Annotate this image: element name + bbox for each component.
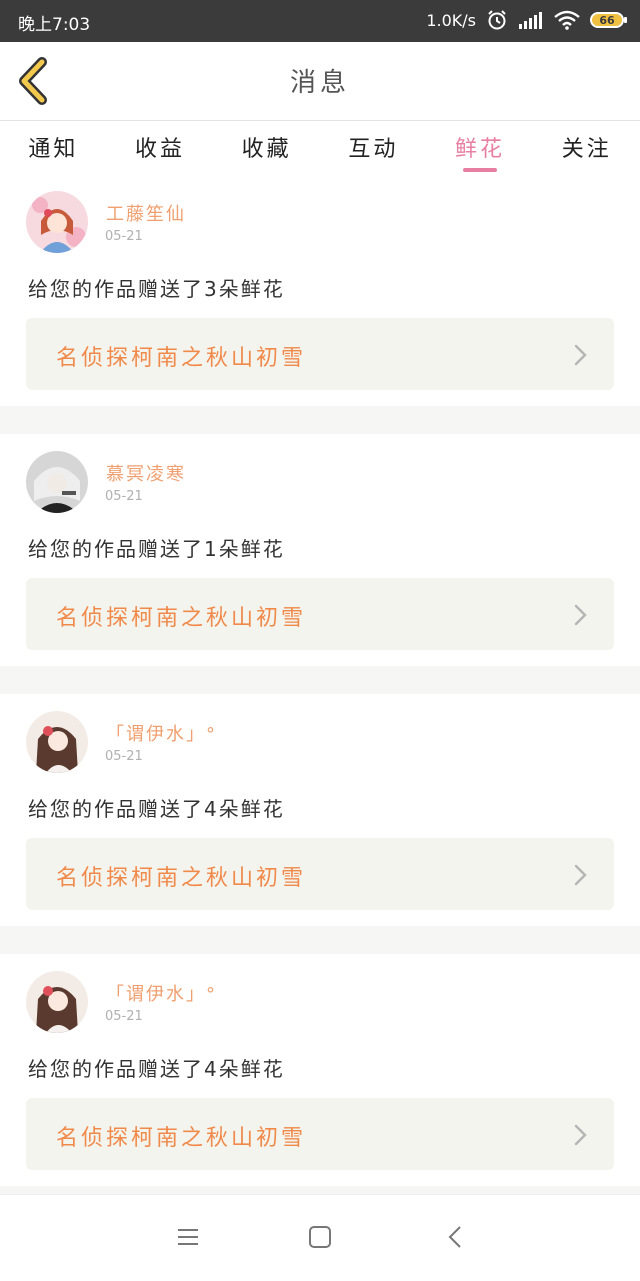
tab-notifications[interactable]: 通知 (0, 121, 107, 174)
message-date: 05-21 (105, 489, 143, 504)
divider (0, 406, 640, 434)
message-date: 05-21 (105, 229, 143, 244)
status-bar: 晚上7:03 1.0K/s 66 (0, 0, 640, 42)
list-item: 工藤笙仙 05-21 给您的作品赠送了3朵鲜花 名侦探柯南之秋山初雪 (0, 174, 640, 406)
chevron-right-icon (574, 344, 587, 366)
list-item: 慕冥凌寒 05-21 给您的作品赠送了1朵鲜花 名侦探柯南之秋山初雪 (0, 434, 640, 666)
message-text: 给您的作品赠送了1朵鲜花 (28, 537, 285, 561)
chevron-right-icon (574, 864, 587, 886)
username[interactable]: 工藤笙仙 (106, 200, 186, 226)
work-link[interactable]: 名侦探柯南之秋山初雪 (26, 1098, 614, 1170)
chevron-right-icon (574, 1124, 587, 1146)
menu-icon[interactable] (176, 1225, 200, 1249)
message-date: 05-21 (105, 749, 143, 764)
battery-icon: 66 (590, 12, 627, 28)
avatar[interactable] (26, 191, 88, 253)
tab-earnings[interactable]: 收益 (107, 121, 214, 174)
message-text: 给您的作品赠送了4朵鲜花 (28, 1057, 285, 1081)
home-square-icon[interactable] (308, 1225, 332, 1249)
tab-flowers[interactable]: 鲜花 (427, 121, 534, 174)
avatar[interactable] (26, 971, 88, 1033)
status-time: 晚上7:03 (18, 15, 91, 35)
message-text: 给您的作品赠送了4朵鲜花 (28, 797, 285, 821)
signal-icon (519, 12, 542, 29)
tab-favorites[interactable]: 收藏 (213, 121, 320, 174)
avatar[interactable] (26, 711, 88, 773)
message-date: 05-21 (105, 1009, 143, 1024)
username[interactable]: 慕冥凌寒 (106, 460, 186, 486)
avatar[interactable] (26, 451, 88, 513)
alarm-icon (488, 10, 506, 30)
tab-interactions[interactable]: 互动 (320, 121, 427, 174)
work-link[interactable]: 名侦探柯南之秋山初雪 (26, 838, 614, 910)
header: 消息 (0, 42, 640, 120)
list-item: 「谓伊水」° 05-21 给您的作品赠送了4朵鲜花 名侦探柯南之秋山初雪 (0, 694, 640, 926)
message-list: 工藤笙仙 05-21 给您的作品赠送了3朵鲜花 名侦探柯南之秋山初雪 慕冥凌寒 … (0, 174, 640, 1214)
divider (0, 666, 640, 694)
system-nav-bar (0, 1194, 640, 1281)
list-item: 「谓伊水」° 05-21 给您的作品赠送了4朵鲜花 名侦探柯南之秋山初雪 (0, 954, 640, 1186)
work-title: 名侦探柯南之秋山初雪 (56, 1126, 307, 1151)
tab-bar: 通知 收益 收藏 互动 鲜花 关注 (0, 120, 640, 174)
chevron-right-icon (574, 604, 587, 626)
net-speed: 1.0K/s (426, 10, 476, 30)
back-chevron-icon[interactable] (444, 1225, 468, 1249)
battery-level: 66 (599, 13, 615, 27)
divider (0, 926, 640, 954)
page-title: 消息 (289, 68, 350, 98)
work-link[interactable]: 名侦探柯南之秋山初雪 (26, 578, 614, 650)
work-link[interactable]: 名侦探柯南之秋山初雪 (26, 318, 614, 390)
work-title: 名侦探柯南之秋山初雪 (56, 346, 307, 371)
wifi-icon (554, 10, 580, 30)
tab-follows[interactable]: 关注 (533, 121, 640, 174)
username[interactable]: 「谓伊水」° (106, 980, 217, 1006)
work-title: 名侦探柯南之秋山初雪 (56, 606, 307, 631)
message-text: 给您的作品赠送了3朵鲜花 (28, 277, 285, 301)
work-title: 名侦探柯南之秋山初雪 (56, 866, 307, 891)
username[interactable]: 「谓伊水」° (106, 720, 217, 746)
